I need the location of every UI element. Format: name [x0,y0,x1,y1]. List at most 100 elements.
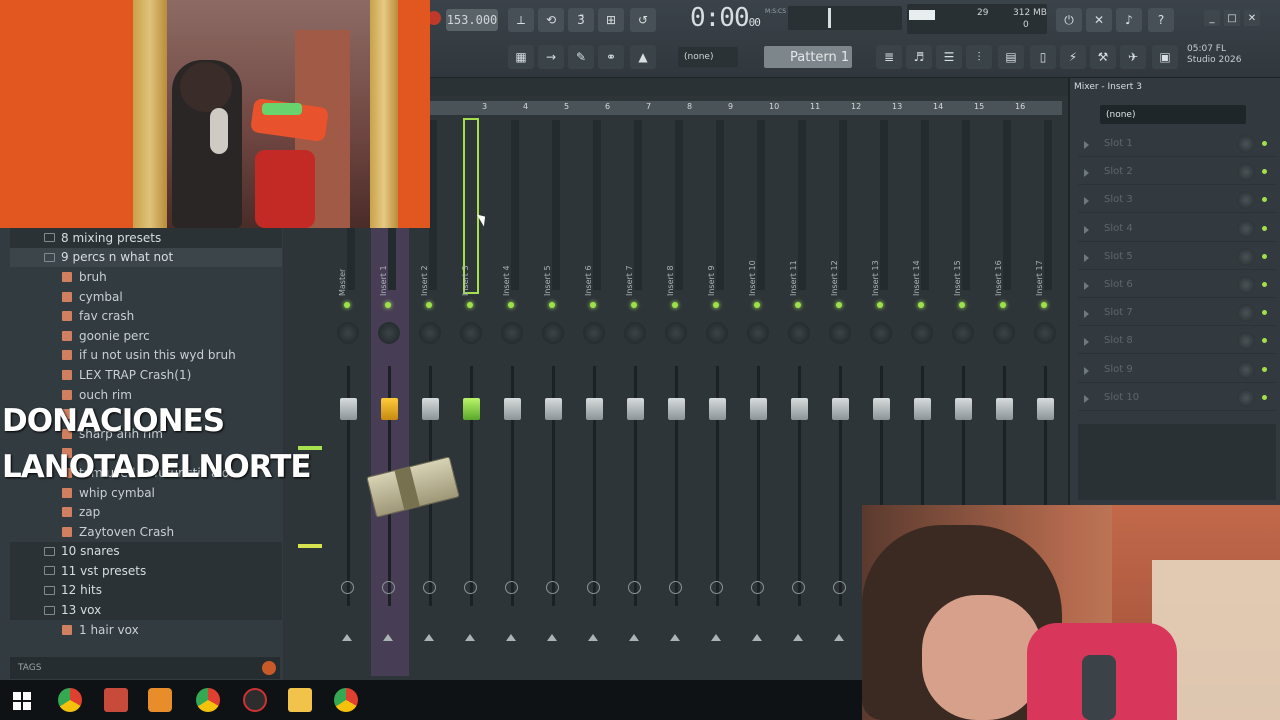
mix-knob[interactable] [1237,360,1255,379]
send-arrow-icon[interactable] [342,634,352,641]
send-arrow-icon[interactable] [711,634,721,641]
expand-icon[interactable] [1084,169,1089,178]
insert-slot[interactable]: Slot 10 [1078,386,1276,411]
snap-selector[interactable]: (none) [678,47,738,67]
mixer-strip[interactable]: Insert 10 [740,116,778,676]
slot-enable-led[interactable] [1262,338,1267,344]
send-arrow-icon[interactable] [588,634,598,641]
browser-folder[interactable]: 8 mixing presets [10,228,282,248]
maximize-icon[interactable]: □ [1224,10,1240,26]
route-icon[interactable] [546,581,559,594]
mute-led[interactable] [754,302,760,308]
chrome-icon[interactable] [58,688,82,712]
mixer-strip[interactable]: Insert 8 [658,116,696,676]
pan-knob[interactable] [706,322,728,344]
mix-knob[interactable] [1237,304,1255,323]
expand-icon[interactable] [1084,253,1089,262]
mute-led[interactable] [344,302,350,308]
mute-led[interactable] [918,302,924,308]
mixer-strip[interactable]: Insert 7 [617,116,655,676]
route-icon[interactable] [341,581,354,594]
volume-fader[interactable] [1037,398,1054,420]
browser-file[interactable]: 1 hair vox [10,620,282,640]
mixer-icon[interactable]: ⫶ [966,45,992,69]
expand-icon[interactable] [1084,141,1089,149]
volume-fader[interactable] [668,398,685,420]
insert-route-selector[interactable]: (none) [1100,105,1246,124]
send-arrow-icon[interactable] [834,634,844,641]
close-icon[interactable]: ✕ [1244,10,1260,26]
expand-icon[interactable] [1084,282,1089,290]
mute-led[interactable] [713,302,719,308]
slot-enable-led[interactable] [1262,169,1267,175]
route-icon[interactable] [628,581,641,594]
link-icon[interactable]: ⚭ [598,45,624,69]
mix-knob[interactable] [1237,332,1255,351]
file-icon[interactable]: ▯ [1030,45,1056,69]
send-arrow-icon[interactable] [547,634,557,641]
mute-led[interactable] [508,302,514,308]
route-icon[interactable] [587,581,600,594]
mix-knob[interactable] [1237,276,1255,294]
volume-fader[interactable] [381,398,398,420]
slot-enable-led[interactable] [1262,394,1267,400]
pattern-selector[interactable]: Pattern 1 [764,46,852,68]
video-icon[interactable] [104,688,128,712]
mute-led[interactable] [959,302,965,308]
mixer-strip[interactable]: Insert 3 [453,116,491,676]
browser-file[interactable]: LEX TRAP Crash(1) [10,365,282,385]
browser-folder[interactable]: 10 snares [10,541,282,562]
chrome-icon[interactable] [334,688,358,712]
blend-icon[interactable]: ↺ [630,8,656,32]
mute-led[interactable] [385,302,391,308]
metronome-icon[interactable]: ⟂ [508,8,534,32]
send-arrow-icon[interactable] [670,634,680,641]
windows-start-icon[interactable] [13,692,31,710]
mix-knob[interactable] [1237,388,1255,407]
slot-enable-led[interactable] [1262,253,1267,259]
pan-knob[interactable] [993,322,1015,344]
pan-knob[interactable] [337,322,359,344]
browser-folder[interactable]: 9 percs n what not [10,247,282,268]
master-volume-slider[interactable] [788,6,902,30]
insert-slot[interactable]: Slot 6 [1078,273,1276,298]
mix-knob[interactable] [1237,247,1255,266]
minimize-icon[interactable]: _ [1204,10,1220,26]
browser-folder[interactable]: 13 vox [10,600,282,620]
plugin-icon[interactable]: ⚡ [1060,45,1086,69]
mix-knob[interactable] [1237,191,1255,210]
expand-icon[interactable] [1084,197,1089,206]
expand-icon[interactable] [1084,338,1089,347]
tags-bar[interactable]: TAGS [10,657,280,679]
expand-icon[interactable] [1084,366,1089,375]
insert-slot[interactable]: Slot 5 [1078,245,1276,270]
browser-file[interactable]: goonie perc [10,326,282,346]
insert-slot[interactable]: Slot 8 [1078,329,1276,355]
route-icon[interactable] [710,581,723,594]
cpu-icon[interactable]: ⏻ [1056,8,1082,32]
insert-slot[interactable]: Slot 9 [1078,358,1276,383]
slot-enable-led[interactable] [1262,225,1267,231]
mic-icon[interactable]: ♪ [1116,8,1142,32]
mixer-strip[interactable]: Insert 5 [535,116,573,676]
mute-led[interactable] [1041,302,1047,308]
slot-enable-led[interactable] [1262,141,1267,146]
mix-knob[interactable] [1237,219,1255,238]
volume-fader[interactable] [996,398,1013,420]
browser-file[interactable]: Zaytoven Crash [10,522,282,542]
pan-knob[interactable] [870,322,892,344]
slot-enable-led[interactable] [1262,366,1267,372]
mix-knob[interactable] [1237,135,1255,153]
browser-folder[interactable]: 12 hits [10,580,282,601]
fl-studio-icon[interactable] [148,688,172,712]
pan-knob[interactable] [419,322,441,344]
send-arrow-icon[interactable] [629,634,639,641]
volume-fader[interactable] [791,398,808,420]
insert-slot[interactable]: Slot 1 [1078,132,1276,157]
route-icon[interactable] [792,581,805,594]
send-arrow-icon[interactable] [424,634,434,641]
chrome-icon[interactable] [196,688,220,712]
browser-file[interactable]: zap [10,502,282,522]
send-arrow-icon[interactable] [383,634,393,641]
pan-knob[interactable] [542,322,564,344]
